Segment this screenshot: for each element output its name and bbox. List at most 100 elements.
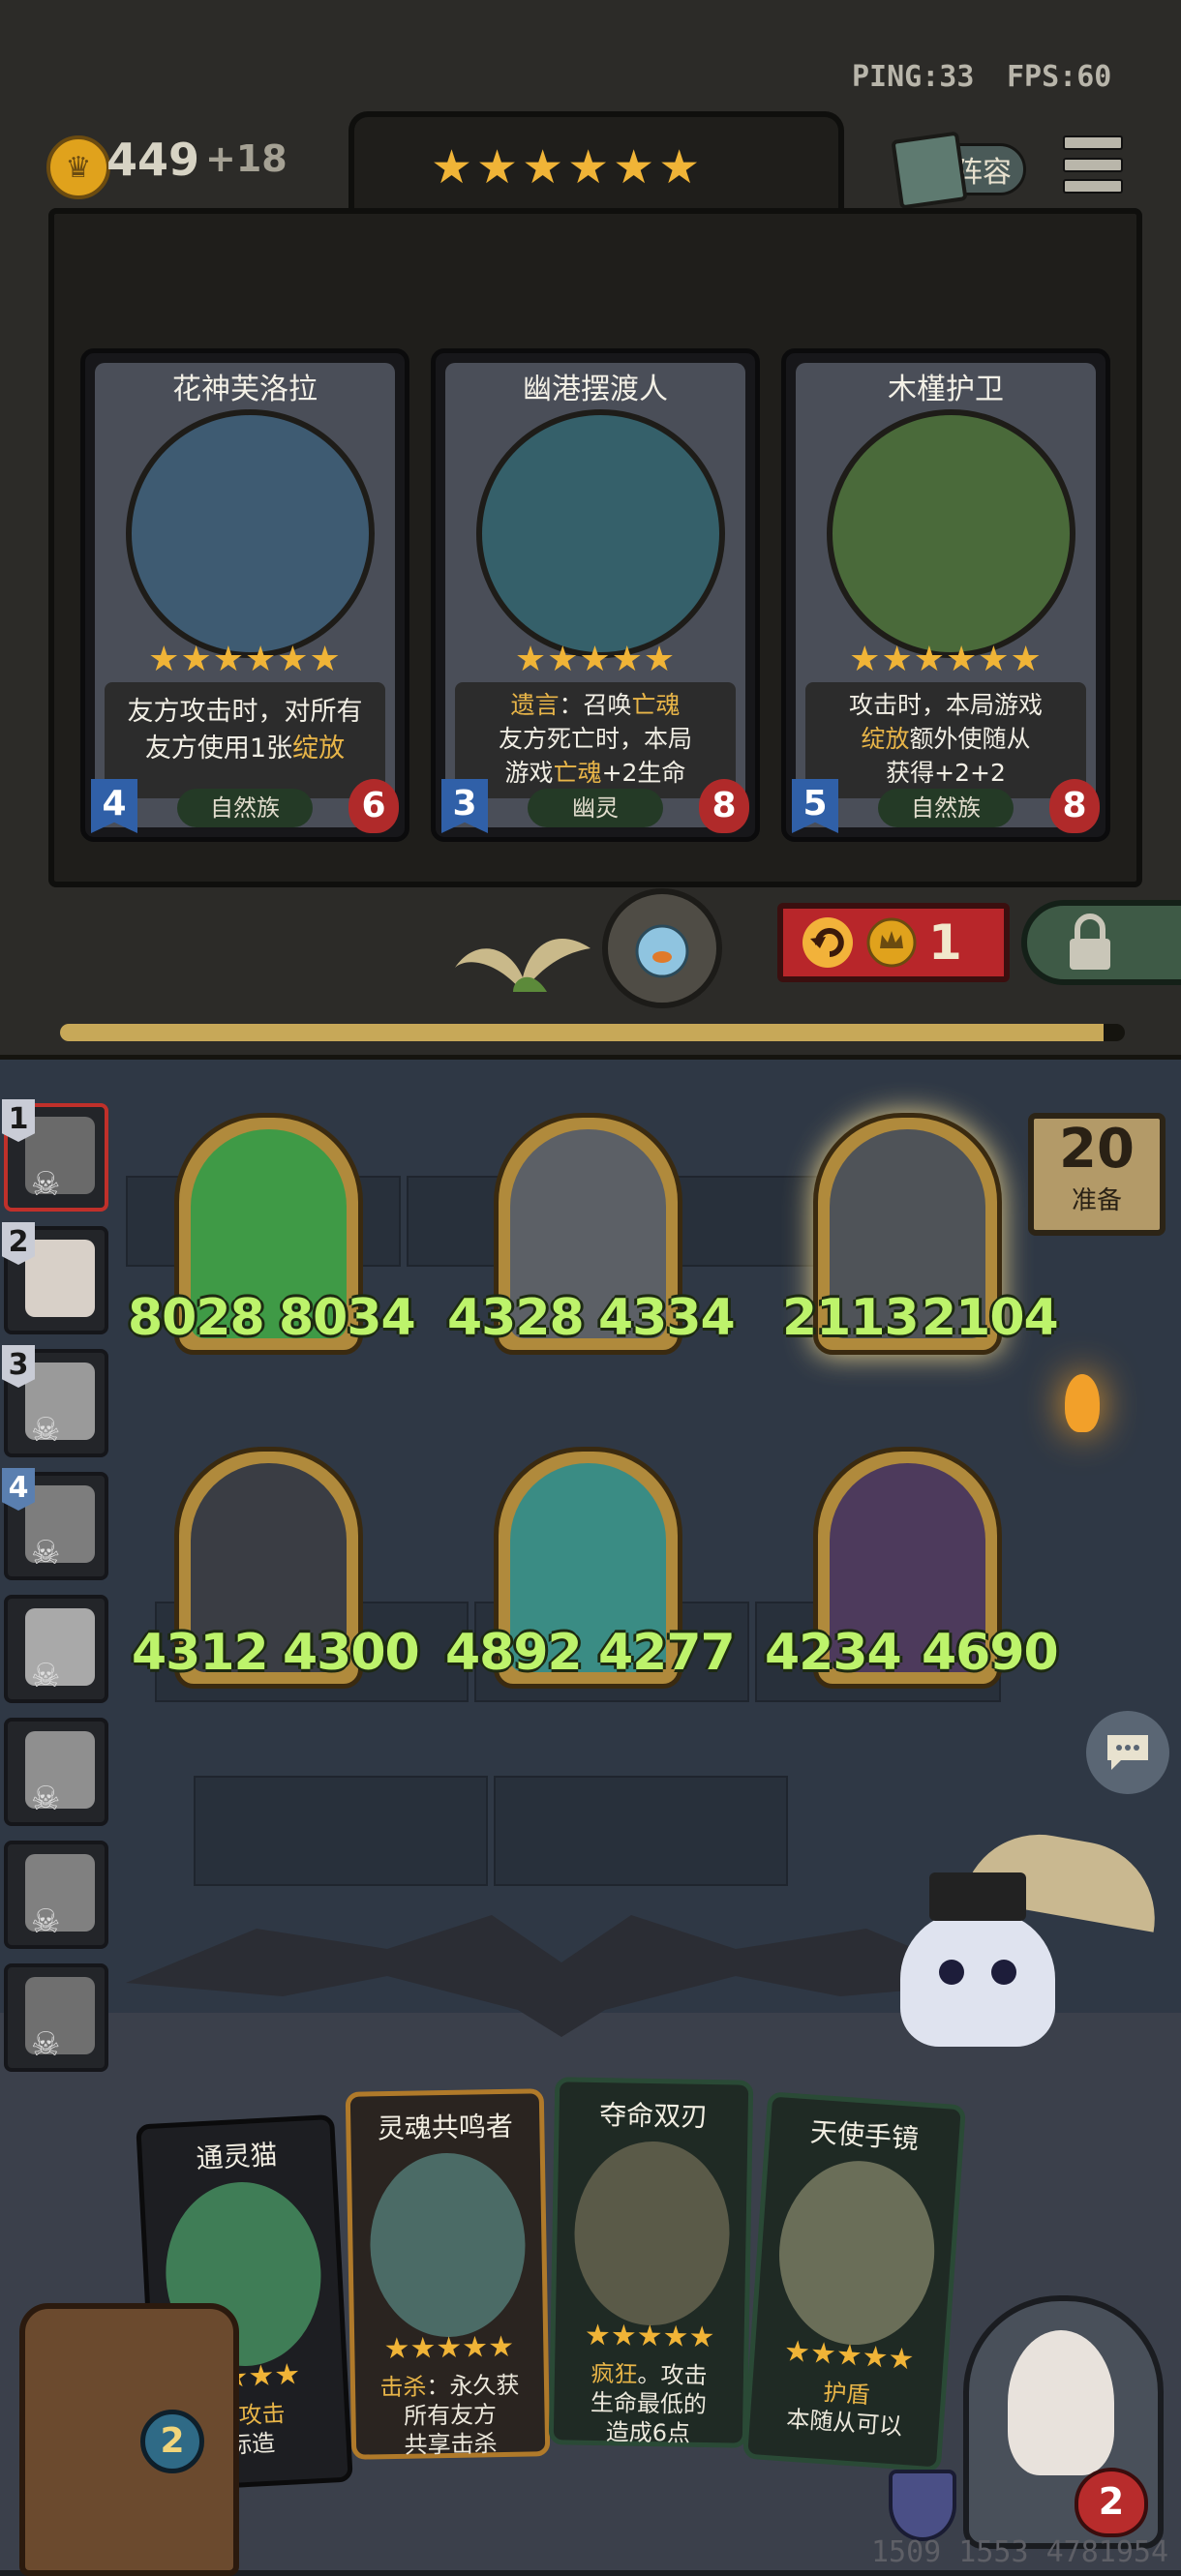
rank-badge: 3 bbox=[2, 1345, 35, 1388]
shop-card[interactable]: 花神芙洛拉 ★★★★★★ 友方攻击时，对所有 友方使用1张绽放 4 自然族 6 bbox=[80, 348, 409, 842]
desc-line: 游戏亡魂+2生命 bbox=[455, 756, 736, 790]
desc-text: ：召唤 bbox=[559, 691, 632, 719]
crown-coin-icon: ♛ bbox=[46, 135, 110, 199]
health-badge: 8 bbox=[699, 779, 749, 833]
desc-text: 额外使随从 bbox=[909, 725, 1031, 753]
card-stars: ★★★★★★ bbox=[849, 640, 1043, 679]
skull-icon: ☠ bbox=[31, 1411, 61, 1450]
tribe-label: 自然族 bbox=[177, 789, 313, 827]
health-badge: 8 bbox=[1049, 779, 1100, 833]
ghost-hat bbox=[929, 1872, 1026, 1921]
minion-attack: 4312 bbox=[132, 1624, 269, 1682]
desc-line: 共享击杀 bbox=[404, 2430, 498, 2459]
freeze-button[interactable] bbox=[1021, 900, 1181, 985]
menu-line bbox=[1063, 135, 1123, 150]
ghost-eye bbox=[991, 1960, 1016, 1985]
minion-health: 4690 bbox=[922, 1624, 1059, 1682]
card-name: 灵魂共鸣者 bbox=[377, 2110, 514, 2145]
tavern-upgrade-button[interactable] bbox=[19, 2303, 239, 2576]
hand-card[interactable]: 灵魂共鸣者 ★★★★★ 击杀：永久获 所有友方 共享击杀 bbox=[345, 2088, 551, 2460]
book-icon[interactable] bbox=[891, 131, 968, 210]
minion-health: 8034 bbox=[279, 1289, 416, 1347]
keyword-deathrattle: 遗言 bbox=[510, 691, 560, 719]
player-slot[interactable]: ☠ 4 bbox=[2, 1468, 108, 1580]
hand-card[interactable]: 夺命双刃 ★★★★★ 疯狂。攻击 生命最低的 造成6点 bbox=[548, 2077, 754, 2448]
rank-badge: 2 bbox=[2, 1222, 35, 1265]
minion-attack: 8028 bbox=[128, 1289, 265, 1347]
shop-card[interactable]: 幽港摆渡人 ★★★★★ 遗言：召唤亡魂 友方死亡时，本局 游戏亡魂+2生命 3 … bbox=[431, 348, 760, 842]
fps-label: FPS:60 bbox=[1007, 60, 1112, 94]
desc-text: +2生命 bbox=[601, 759, 686, 787]
card-art-twin-blades bbox=[572, 2140, 732, 2327]
skull-icon: ☠ bbox=[31, 2025, 61, 2064]
torch-flame-icon bbox=[1065, 1374, 1100, 1432]
minion-health: 4277 bbox=[598, 1624, 736, 1682]
plant-icon[interactable] bbox=[455, 900, 590, 997]
player-slot[interactable]: ☠ bbox=[4, 1595, 108, 1703]
keyword-bloom: 绽放 bbox=[292, 734, 346, 764]
minion-attack: 2113 bbox=[782, 1289, 920, 1347]
rank-badge: 4 bbox=[2, 1468, 35, 1511]
ghost-mascot[interactable] bbox=[900, 1872, 1055, 2047]
wall-brick bbox=[494, 1776, 788, 1886]
card-stars: ★★★★★ bbox=[514, 640, 677, 679]
minion-attack: 4328 bbox=[447, 1289, 585, 1347]
shop-card[interactable]: 木槿护卫 ★★★★★★ 攻击时，本局游戏 绽放额外使随从 获得+2+2 5 自然… bbox=[781, 348, 1110, 842]
card-art-angel-mirror bbox=[772, 2155, 941, 2351]
card-art-soul-resonator bbox=[368, 2151, 528, 2339]
chat-bubble-icon bbox=[1107, 1735, 1148, 1770]
card-name: 天使手镜 bbox=[809, 2115, 921, 2156]
chat-button[interactable] bbox=[1086, 1711, 1169, 1794]
rabbit-hero-art bbox=[1008, 2330, 1114, 2475]
desc-text: ：永久获 bbox=[426, 2371, 520, 2401]
player-slot[interactable]: ☠ bbox=[4, 1963, 108, 2072]
card-stars: ★★★★★ bbox=[782, 2334, 916, 2378]
skull-icon: ☠ bbox=[31, 1534, 61, 1573]
card-name: 夺命双刃 bbox=[598, 2099, 709, 2133]
desc-line: 击杀：永久获 bbox=[361, 2370, 538, 2402]
player-slot[interactable]: 2 bbox=[2, 1222, 108, 1334]
desc-line: 所有友方 bbox=[403, 2401, 498, 2430]
player-slot[interactable]: ☠ bbox=[4, 1718, 108, 1826]
desc-line: 绽放额外使随从 bbox=[805, 722, 1086, 756]
wall-brick bbox=[194, 1776, 488, 1886]
desc-text: 。攻击 bbox=[637, 2360, 708, 2390]
ping-label: PING:33 bbox=[852, 60, 975, 94]
minion-attack: 4234 bbox=[765, 1624, 902, 1682]
keyword-spirit: 亡魂 bbox=[553, 759, 602, 787]
card-art-ferryman bbox=[476, 409, 725, 658]
tribe-label: 幽灵 bbox=[528, 789, 663, 827]
desc-text: 游戏 bbox=[504, 759, 554, 787]
armor-shield-icon bbox=[889, 2470, 956, 2541]
card-description: 击杀：永久获 所有友方 共享击杀 bbox=[361, 2370, 540, 2460]
card-name: 花神芙洛拉 bbox=[172, 373, 318, 406]
menu-button[interactable] bbox=[1063, 135, 1123, 194]
player-slot[interactable]: ☠ bbox=[4, 1841, 108, 1949]
crown-coin-icon bbox=[866, 917, 917, 968]
card-art-flora bbox=[126, 409, 375, 658]
card-description: 疯狂。攻击 生命最低的 造成6点 bbox=[560, 2358, 739, 2448]
hand-card[interactable]: 天使手镜 ★★★★★ 护盾 本随从可以 bbox=[742, 2091, 967, 2472]
desc-line: 获得+2+2 bbox=[886, 759, 1006, 787]
player-slot[interactable]: ☠ 1 bbox=[2, 1099, 108, 1212]
skull-icon: ☠ bbox=[31, 1902, 61, 1941]
card-name: 幽港摆渡人 bbox=[523, 373, 668, 406]
keyword-frenzy: 疯狂 bbox=[590, 2359, 638, 2388]
refresh-button[interactable]: 1 bbox=[777, 903, 1010, 982]
skull-icon: ☠ bbox=[31, 1657, 61, 1695]
turn-indicator: 20 准备 bbox=[1028, 1113, 1166, 1236]
desc-text: 友方使用1张 bbox=[144, 734, 293, 764]
lock-icon bbox=[1070, 914, 1110, 970]
player-id: 1509 1553 4781954 bbox=[871, 2535, 1169, 2569]
turn-number: 20 bbox=[1059, 1118, 1135, 1181]
card-art-hibiscus-guard bbox=[827, 409, 1075, 658]
player-portrait bbox=[25, 1240, 95, 1317]
card-stars: ★★★★★★ bbox=[148, 640, 342, 679]
player-slot[interactable]: ☠ 3 bbox=[2, 1345, 108, 1457]
fishbowl-button[interactable] bbox=[602, 888, 722, 1008]
card-description: 遗言：召唤亡魂 友方死亡时，本局 游戏亡魂+2生命 bbox=[455, 682, 736, 798]
gold-income: +18 bbox=[205, 137, 288, 180]
ghost-eye bbox=[939, 1960, 964, 1985]
desc-line: 攻击时，本局游戏 bbox=[848, 691, 1043, 719]
refresh-icon bbox=[802, 917, 853, 968]
